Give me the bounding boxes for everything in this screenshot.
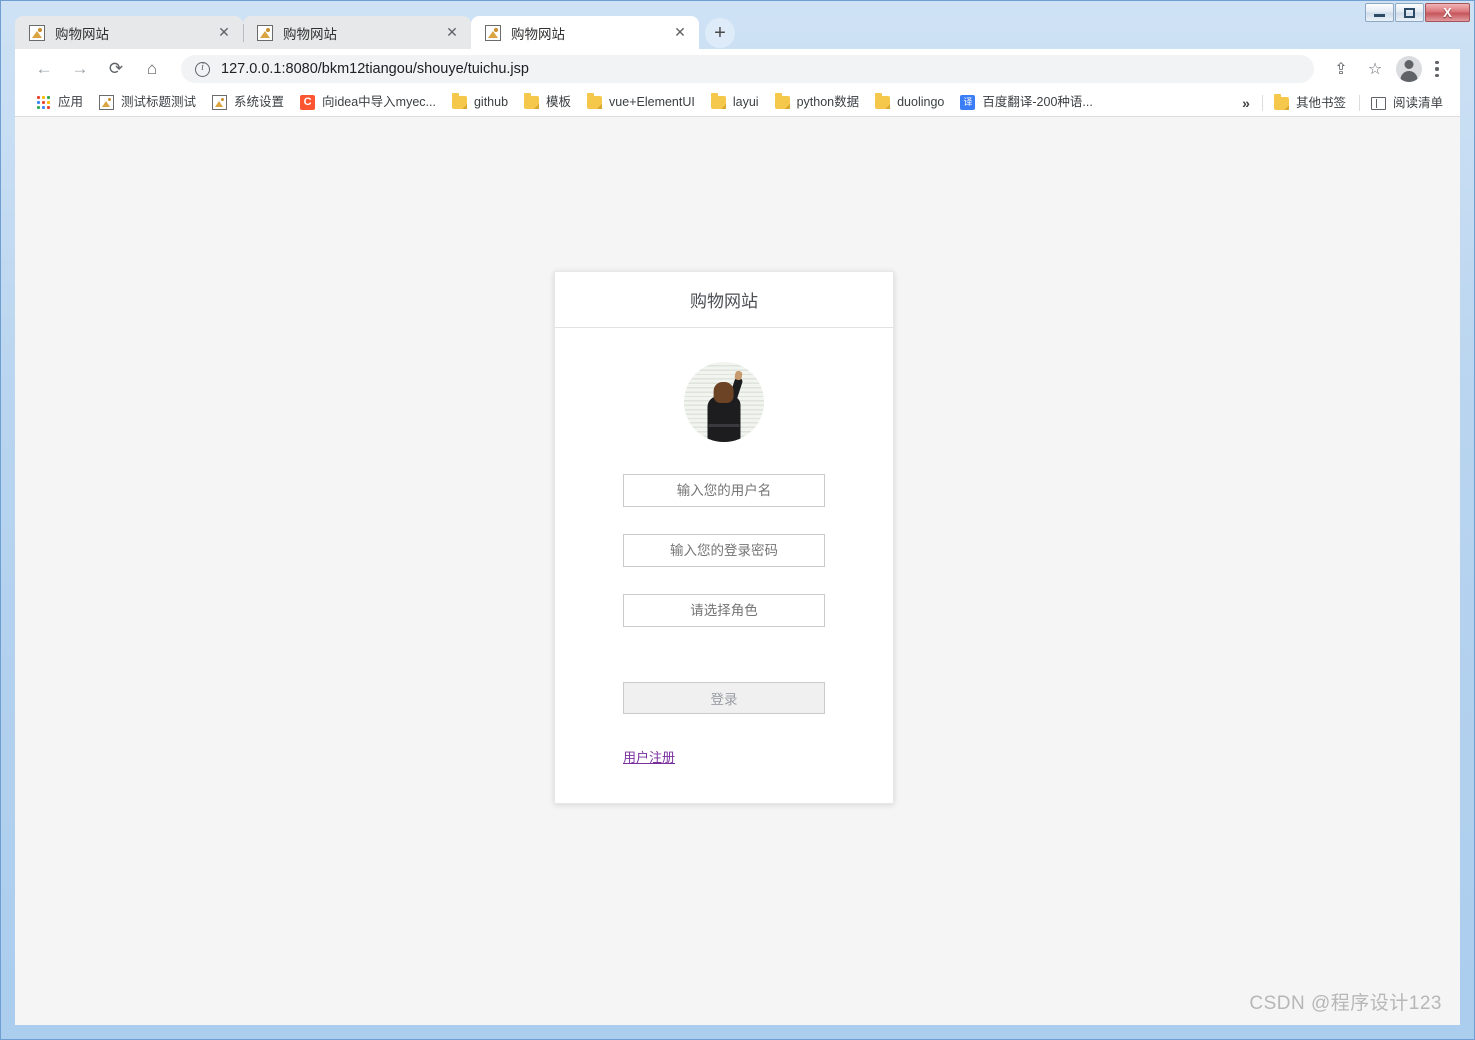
bookmark-label: 向idea中导入myec... bbox=[322, 95, 436, 110]
bookmarks-bar: 应用 测试标题测试 系统设置 C 向idea中导入myec... github … bbox=[15, 89, 1460, 117]
folder-icon bbox=[524, 93, 540, 109]
bookmark-item-7[interactable]: python数据 bbox=[768, 93, 867, 112]
browser-chrome: ← → ⟳ ⌂ 127.0.0.1:8080/bkm12tiangou/shou… bbox=[15, 49, 1460, 1025]
bookmark-item-8[interactable]: duolingo bbox=[868, 93, 951, 112]
bookmark-other-bookmarks[interactable]: 其他书签 bbox=[1267, 93, 1353, 113]
folder-icon bbox=[451, 93, 467, 109]
kebab-dot bbox=[1435, 67, 1439, 71]
bookmark-label: 其他书签 bbox=[1295, 95, 1346, 110]
bookmark-label: 百度翻译-200种语... bbox=[982, 95, 1093, 110]
login-form: 登录 用户注册 bbox=[555, 328, 893, 803]
back-button[interactable]: ← bbox=[29, 54, 59, 84]
csdn-c-icon: C bbox=[300, 95, 316, 110]
folder-icon bbox=[875, 93, 891, 109]
bookmark-item-3[interactable]: github bbox=[445, 93, 515, 112]
bookmark-label: python数据 bbox=[796, 95, 860, 110]
bookmark-star-icon[interactable]: ☆ bbox=[1360, 54, 1390, 84]
register-link[interactable]: 用户注册 bbox=[623, 750, 675, 765]
reading-list-label: 阅读清单 bbox=[1392, 95, 1443, 110]
bookmark-apps[interactable]: 应用 bbox=[29, 92, 90, 113]
broken-image-icon bbox=[99, 95, 115, 110]
kebab-dot bbox=[1435, 73, 1439, 78]
register-row: 用户注册 bbox=[623, 747, 825, 767]
browser-tab-3-active[interactable]: 购物网站 ✕ bbox=[471, 16, 699, 49]
bookmark-label: vue+ElementUI bbox=[609, 95, 695, 110]
broken-image-icon bbox=[485, 24, 501, 41]
tab-separator bbox=[243, 24, 244, 42]
broken-image-icon bbox=[212, 95, 228, 110]
reading-list-button[interactable]: 阅读清单 bbox=[1364, 94, 1450, 113]
close-button[interactable]: X bbox=[1425, 3, 1470, 22]
minimize-icon bbox=[1374, 14, 1385, 17]
bookmark-item-6[interactable]: layui bbox=[704, 93, 766, 112]
avatar-belt bbox=[708, 424, 740, 427]
bookmarks-bar-right: » 其他书签 阅读清单 bbox=[1234, 89, 1452, 117]
folder-icon bbox=[587, 93, 603, 109]
folder-icon bbox=[774, 93, 790, 109]
address-bar[interactable]: 127.0.0.1:8080/bkm12tiangou/shouye/tuich… bbox=[181, 55, 1314, 83]
bookmark-item-5[interactable]: vue+ElementUI bbox=[580, 93, 702, 112]
card-title: 购物网站 bbox=[555, 272, 893, 328]
bookmark-item-4[interactable]: 模板 bbox=[517, 93, 578, 112]
folder-icon bbox=[1273, 93, 1289, 110]
bookmark-label: 测试标题测试 bbox=[121, 95, 197, 110]
restore-icon bbox=[1404, 7, 1415, 18]
new-tab-button[interactable]: + bbox=[705, 18, 735, 48]
bookmark-item-0[interactable]: 测试标题测试 bbox=[92, 92, 203, 113]
tab-close-icon[interactable]: ✕ bbox=[441, 22, 463, 44]
window-titlebar: 购物网站 ✕ 购物网站 ✕ 购物网站 ✕ + X bbox=[1, 1, 1474, 49]
tab-title: 购物网站 bbox=[283, 26, 337, 42]
bookmark-label: duolingo bbox=[897, 95, 945, 110]
minimize-button[interactable] bbox=[1365, 3, 1394, 22]
tab-strip: 购物网站 ✕ 购物网站 ✕ 购物网站 ✕ + bbox=[15, 9, 1354, 49]
password-input[interactable] bbox=[623, 534, 825, 567]
bookmark-item-9[interactable]: 译 百度翻译-200种语... bbox=[953, 92, 1099, 113]
home-button[interactable]: ⌂ bbox=[137, 54, 167, 84]
username-input[interactable] bbox=[623, 474, 825, 507]
share-icon[interactable]: ⇪ bbox=[1326, 54, 1356, 84]
browser-window: 购物网站 ✕ 购物网站 ✕ 购物网站 ✕ + X ← → ⟳ ⌂ i 127.0… bbox=[0, 0, 1475, 1040]
url-text: 127.0.0.1:8080/bkm12tiangou/shouye/tuich… bbox=[221, 61, 529, 77]
reload-button[interactable]: ⟳ bbox=[101, 54, 131, 84]
login-card: 购物网站 登录 bbox=[554, 271, 894, 804]
divider bbox=[1358, 95, 1360, 111]
broken-image-icon bbox=[257, 24, 273, 41]
browser-tab-1[interactable]: 购物网站 ✕ bbox=[15, 16, 243, 49]
broken-image-icon bbox=[29, 24, 45, 41]
bookmark-item-1[interactable]: 系统设置 bbox=[205, 92, 291, 113]
watermark: CSDN @程序设计123 bbox=[1249, 993, 1442, 1014]
info-circle-icon[interactable] bbox=[195, 61, 210, 77]
divider bbox=[1261, 95, 1263, 111]
forward-button[interactable]: → bbox=[65, 54, 95, 84]
chrome-menu-icon[interactable] bbox=[1424, 54, 1450, 84]
tab-close-icon[interactable]: ✕ bbox=[213, 22, 235, 44]
close-icon: X bbox=[1443, 5, 1452, 20]
browser-toolbar: ← → ⟳ ⌂ 127.0.0.1:8080/bkm12tiangou/shou… bbox=[15, 49, 1460, 89]
tab-title: 购物网站 bbox=[511, 26, 565, 42]
account-avatar-icon[interactable] bbox=[1396, 56, 1422, 82]
bookmark-label: 应用 bbox=[58, 95, 84, 110]
tab-close-icon[interactable]: ✕ bbox=[669, 22, 691, 44]
avatar-head bbox=[713, 382, 734, 403]
maximize-button[interactable] bbox=[1395, 3, 1424, 22]
apps-grid-icon bbox=[36, 95, 51, 110]
window-controls: X bbox=[1365, 3, 1470, 22]
tab-title: 购物网站 bbox=[55, 26, 109, 42]
bookmark-label: 模板 bbox=[546, 95, 572, 110]
role-select[interactable] bbox=[623, 594, 825, 627]
baidu-fanyi-icon: 译 bbox=[960, 95, 976, 110]
avatar bbox=[684, 362, 764, 442]
bookmark-label: 系统设置 bbox=[234, 95, 285, 110]
reading-list-icon bbox=[1370, 96, 1386, 110]
bookmarks-overflow-icon[interactable]: » bbox=[1234, 95, 1258, 111]
login-button[interactable]: 登录 bbox=[623, 682, 825, 714]
folder-icon bbox=[710, 93, 726, 109]
bookmark-label: layui bbox=[732, 95, 759, 110]
page-viewport: 购物网站 登录 bbox=[15, 117, 1460, 1025]
bookmark-label: github bbox=[473, 95, 509, 110]
kebab-dot bbox=[1435, 60, 1439, 65]
bookmark-item-2[interactable]: C 向idea中导入myec... bbox=[293, 92, 443, 113]
browser-tab-2[interactable]: 购物网站 ✕ bbox=[243, 16, 471, 49]
